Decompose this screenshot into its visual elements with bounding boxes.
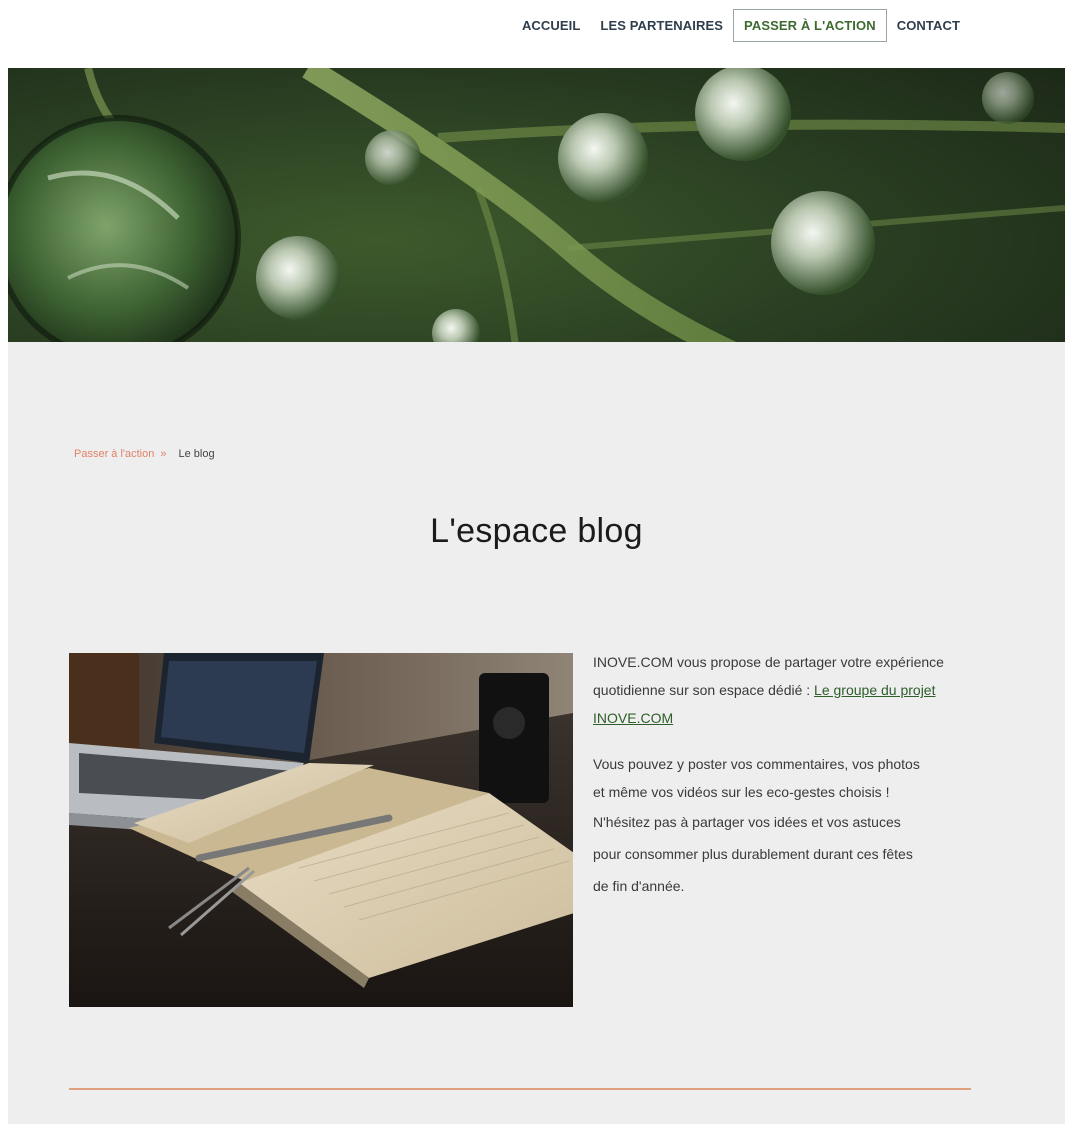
details-line: N'hésitez pas à partager vos idées et vo…	[593, 814, 901, 830]
top-navigation: ACCUEIL LES PARTENAIRES PASSER À L'ACTIO…	[0, 0, 1065, 68]
laptop-notebook-illustration	[69, 653, 573, 1007]
details-line: de fin d'année.	[593, 878, 685, 894]
main-content: Passer à l'action » Le blog L'espace blo…	[8, 342, 1065, 1124]
blog-description: INOVE.COM vous propose de partager votre…	[593, 648, 973, 920]
details-line: et même vos vidéos sur les eco-gestes ch…	[593, 784, 890, 800]
breadcrumb: Passer à l'action » Le blog	[74, 448, 215, 460]
details-line: pour consommer plus durablement durant c…	[593, 846, 913, 862]
nav-accueil[interactable]: ACCUEIL	[512, 10, 590, 41]
details-paragraph: Vous pouvez y poster vos commentaires, v…	[593, 750, 973, 902]
nav-contact[interactable]: CONTACT	[887, 10, 970, 41]
hero-banner-image	[8, 68, 1065, 382]
blog-photo	[69, 653, 573, 1007]
breadcrumb-link-passer-a-l-action[interactable]: Passer à l'action	[74, 448, 154, 460]
hero-leaf-droplets-illustration	[8, 68, 1065, 382]
nav-passer-a-l-action[interactable]: PASSER À L'ACTION	[733, 8, 887, 42]
nav-les-partenaires[interactable]: LES PARTENAIRES	[590, 10, 733, 41]
breadcrumb-separator: »	[160, 448, 167, 460]
details-line: Vous pouvez y poster vos commentaires, v…	[593, 756, 920, 772]
section-divider	[69, 1088, 971, 1090]
intro-paragraph: INOVE.COM vous propose de partager votre…	[593, 648, 973, 732]
page-title: L'espace blog	[430, 512, 643, 550]
breadcrumb-current: Le blog	[178, 448, 215, 460]
main-menu: ACCUEIL LES PARTENAIRES PASSER À L'ACTIO…	[512, 8, 970, 42]
